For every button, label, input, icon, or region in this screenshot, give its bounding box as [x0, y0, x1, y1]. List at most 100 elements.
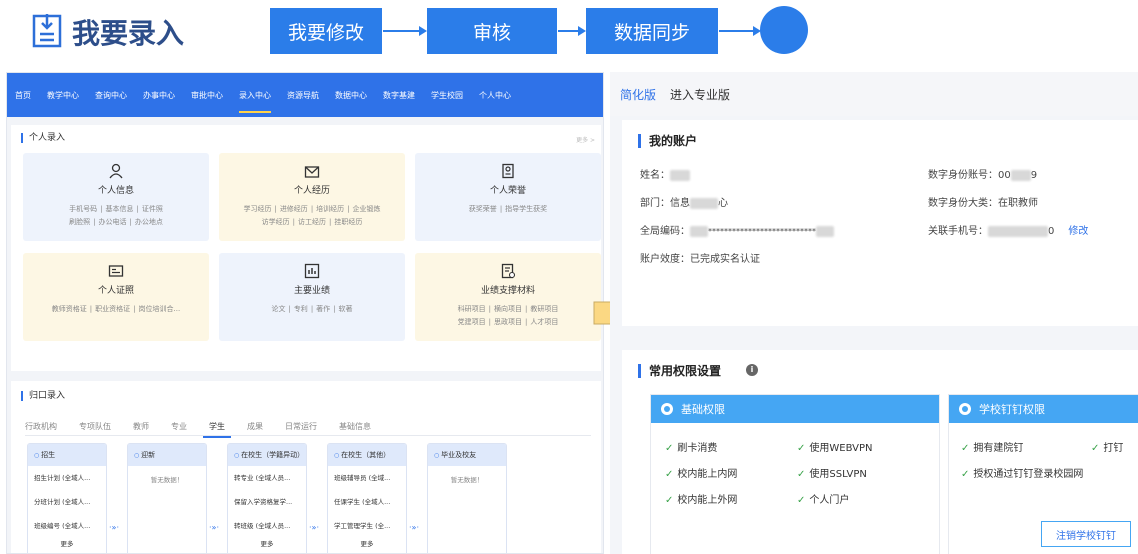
list-item[interactable]: 分班计划 (全域人...: [28, 490, 106, 514]
card-link[interactable]: 挂职经历: [334, 216, 362, 229]
card-link[interactable]: 教师资格证: [52, 303, 87, 316]
flow-end-circle: [760, 6, 808, 54]
top-nav: 首页 教学中心 查询中心 办事中心 审批中心 录入中心 资源导航 数据中心 数字…: [7, 73, 603, 117]
card-link[interactable]: 办公地点: [135, 216, 163, 229]
card-link[interactable]: 职业资格证: [95, 303, 130, 316]
card-link[interactable]: 学习经历: [243, 203, 271, 216]
card-link[interactable]: 著作: [316, 303, 330, 316]
digital-id-value: 00: [998, 170, 1011, 181]
department-label: 部门：: [640, 198, 670, 209]
check-icon: ✓: [665, 495, 674, 506]
list-item[interactable]: 招生计划 (全域人...: [28, 466, 106, 490]
permission-item: ✓ 使用SSLVPN: [797, 465, 867, 480]
info-icon[interactable]: i: [746, 364, 758, 376]
status-value: 已完成实名认证: [690, 254, 760, 265]
panel-title: 学校钉钉权限: [979, 403, 1045, 416]
card-link[interactable]: 办公电话: [99, 216, 127, 229]
nav-item-services[interactable]: 办事中心: [143, 86, 175, 105]
list-item[interactable]: 班级编号 (全域人...: [28, 514, 106, 538]
flow-arrow: [558, 26, 586, 36]
card-link[interactable]: 专利: [294, 303, 308, 316]
nav-item-approval[interactable]: 审批中心: [191, 86, 223, 105]
card-personal-experience[interactable]: 个人经历 学习经历 | 进修经历 | 培训经历 | 企业锻炼 访学经历 | 访工经历 | 挂职经历: [219, 153, 405, 241]
list-item[interactable]: 保留入学资格复学...: [228, 490, 306, 514]
card-link[interactable]: 进修经历: [280, 203, 308, 216]
masked-value: [816, 225, 834, 237]
nav-item-personal[interactable]: 个人中心: [479, 86, 511, 105]
nav-item-data[interactable]: 数据中心: [335, 86, 367, 105]
permission-item: ✓ 授权通过钉钉登录校园网: [961, 465, 1083, 480]
list-item[interactable]: 转专业 (全域人员...: [228, 466, 306, 490]
more-link[interactable]: 更多: [28, 538, 106, 548]
id-card-icon: [108, 265, 124, 277]
edit-phone-link[interactable]: 修改: [1068, 226, 1088, 237]
list-item[interactable]: 学工管理学生 (全...: [328, 514, 406, 538]
simple-version-link[interactable]: 简化版: [620, 86, 656, 103]
more-link[interactable]: 更多: [328, 538, 406, 548]
stage-column-in-school-other: 在校生（其他） 班级辅导员 (全域... 任课学生 (全域人... 学工管理学生…: [327, 443, 407, 553]
card-link[interactable]: 思政项目: [494, 316, 522, 329]
nav-item-home[interactable]: 首页: [15, 86, 31, 105]
card-link[interactable]: 证件照: [142, 203, 163, 216]
card-link[interactable]: 人才项目: [530, 316, 558, 329]
digital-id-label: 数字身份账号：: [928, 170, 998, 181]
nav-item-query[interactable]: 查询中心: [95, 86, 127, 105]
card-supporting-materials[interactable]: 业绩支撑材料 科研项目 | 横向项目 | 教研项目 党建项目 | 思政项目 | 人才项目: [415, 253, 601, 341]
card-link[interactable]: 论文: [271, 303, 285, 316]
nav-item-campus[interactable]: 学生校园: [431, 86, 463, 105]
card-title: 业绩支撑材料: [480, 286, 535, 296]
nav-item-teaching[interactable]: 教学中心: [47, 86, 79, 105]
permission-label: 授权通过钉钉登录校园网: [973, 469, 1084, 480]
card-link[interactable]: 软著: [339, 303, 353, 316]
digital-id-value: 9: [1030, 170, 1038, 181]
card-link[interactable]: 党建项目: [458, 316, 486, 329]
name-label: 姓名：: [640, 170, 670, 181]
unbind-dingtalk-button[interactable]: 注销学校钉钉: [1041, 521, 1131, 547]
nav-item-entry[interactable]: 录入中心: [239, 86, 271, 113]
more-link[interactable]: 更多: [228, 538, 306, 548]
global-code-field: 全局编码： ***************************: [640, 222, 834, 237]
double-chevron-icon: ·»·: [109, 523, 119, 532]
process-flow: 我要录入 我要修改 审核 数据同步: [0, 0, 1138, 64]
list-item[interactable]: 任课学生 (全域人...: [328, 490, 406, 514]
nav-item-infrastructure[interactable]: 数字基建: [383, 86, 415, 105]
permission-label: 个人门户: [809, 495, 850, 506]
card-link[interactable]: 基本信息: [106, 203, 134, 216]
check-icon: ✓: [1091, 443, 1100, 454]
column-head: 招生: [28, 444, 106, 466]
pro-version-link[interactable]: 进入专业版: [670, 86, 730, 103]
card-link[interactable]: 访工经历: [298, 216, 326, 229]
card-personal-certificates[interactable]: 个人证照 教师资格证 | 职业资格证 | 岗位培训合...: [23, 253, 209, 341]
permission-label: 拥有建院钉: [973, 443, 1024, 454]
global-code-value: ***************************: [708, 227, 816, 236]
card-link[interactable]: 培训经历: [316, 203, 344, 216]
permission-item: ✓ 拥有建院钉: [961, 439, 1023, 454]
panel-head: 基础权限: [651, 395, 939, 423]
flow-title: 我要录入: [72, 17, 185, 50]
document-download-icon: [32, 14, 62, 48]
category-label: 数字身份大类：: [928, 198, 998, 209]
card-link[interactable]: 岗位培训合...: [139, 303, 181, 316]
check-icon: ✓: [797, 495, 806, 506]
card-link[interactable]: 教研项目: [530, 303, 558, 316]
card-link[interactable]: 手机号码: [69, 203, 97, 216]
card-main-achievements[interactable]: 主要业绩 论文 | 专利 | 著作 | 软著: [219, 253, 405, 341]
card-link[interactable]: 横向项目: [494, 303, 522, 316]
card-personal-honors[interactable]: 个人荣誉 获奖荣誉 | 指导学生获奖: [415, 153, 601, 241]
permissions-title: 常用权限设置: [638, 364, 721, 378]
card-link[interactable]: 指导学生获奖: [505, 203, 547, 216]
nav-item-resources[interactable]: 资源导航: [287, 86, 319, 105]
card-link[interactable]: 企业锻炼: [353, 203, 381, 216]
card-link[interactable]: 访学经历: [262, 216, 290, 229]
more-link[interactable]: 更多 >: [576, 135, 595, 144]
bar-chart-icon: [304, 263, 320, 279]
name-field: 姓名：: [640, 166, 690, 181]
list-item[interactable]: 转班级 (全域人员...: [228, 514, 306, 538]
masked-value: [690, 197, 718, 209]
card-link[interactable]: 科研项目: [458, 303, 486, 316]
card-link[interactable]: 刷脸照: [69, 216, 90, 229]
list-item[interactable]: 班级辅导员 (全域...: [328, 466, 406, 490]
card-personal-info[interactable]: 个人信息 手机号码 | 基本信息 | 证件照 刷脸照 | 办公电话 | 办公地点: [23, 153, 209, 241]
card-link[interactable]: 获奖荣誉: [469, 203, 497, 216]
stage-column-welcome: 迎新 暂无数据！: [127, 443, 207, 553]
